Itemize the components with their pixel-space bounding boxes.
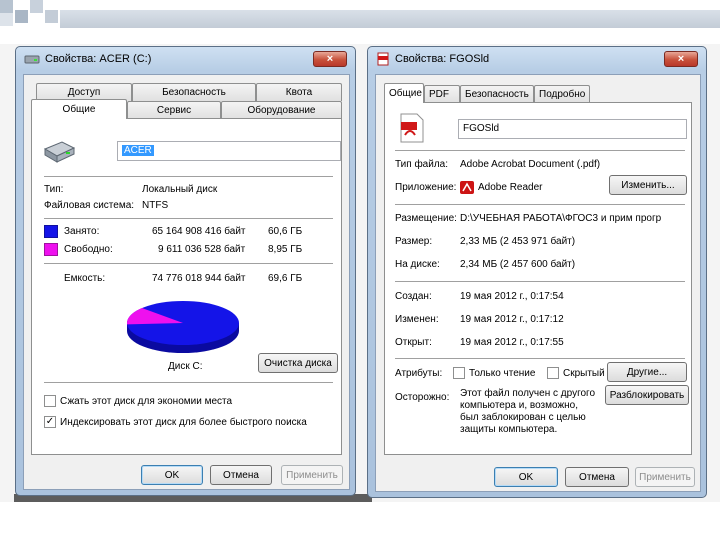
apply-button[interactable]: Применить bbox=[635, 467, 695, 487]
file-properties-window: Свойства: FGOSld × Общие PDF Безопасност… bbox=[367, 46, 707, 498]
readonly-checkbox[interactable] bbox=[453, 367, 465, 379]
cancel-button[interactable]: Отмена bbox=[565, 467, 629, 487]
divider bbox=[44, 263, 333, 264]
free-space-swatch bbox=[44, 243, 58, 256]
disk-properties-window: Свойства: ACER (C:) × Доступ Безопасност… bbox=[15, 46, 356, 496]
free-bytes: 9 611 036 528 байт bbox=[158, 244, 246, 255]
decorative-squares bbox=[0, 0, 60, 26]
change-button[interactable]: Изменить... bbox=[609, 175, 687, 195]
tab-tools[interactable]: Сервис bbox=[127, 101, 221, 119]
size-on-disk-value: 2,34 МБ (2 457 600 байт) bbox=[460, 259, 576, 270]
compress-checkbox[interactable] bbox=[44, 395, 56, 407]
tab-security[interactable]: Безопасность bbox=[460, 85, 534, 103]
size-label: Размер: bbox=[395, 236, 433, 247]
used-gb: 60,6 ГБ bbox=[268, 226, 303, 237]
window-title-bar[interactable]: Свойства: ACER (C:) bbox=[16, 47, 355, 71]
file-system-value: NTFS bbox=[142, 200, 169, 211]
divider bbox=[395, 204, 685, 205]
size-on-disk-label: На диске: bbox=[395, 259, 440, 270]
index-label: Индексировать этот диск для более быстро… bbox=[60, 417, 307, 428]
tab-pdf[interactable]: PDF bbox=[424, 85, 460, 103]
ok-button[interactable]: OK bbox=[141, 465, 203, 485]
pdf-file-icon bbox=[400, 113, 424, 143]
opened-value: 19 мая 2012 г., 0:17:55 bbox=[460, 337, 564, 348]
slide-header-band bbox=[60, 10, 720, 28]
tab-general[interactable]: Общие bbox=[31, 99, 127, 119]
tab-details[interactable]: Подробно bbox=[534, 85, 590, 103]
window-title-bar[interactable]: Свойства: FGOSld bbox=[368, 47, 706, 71]
unblock-button[interactable]: Разблокировать bbox=[605, 385, 689, 405]
type-label: Тип: bbox=[44, 184, 64, 195]
free-label: Свободно: bbox=[64, 244, 113, 255]
tab-general[interactable]: Общие bbox=[384, 83, 424, 103]
modified-value: 19 мая 2012 г., 0:17:12 bbox=[460, 314, 564, 325]
cancel-button[interactable]: Отмена bbox=[210, 465, 272, 485]
capacity-gb: 69,6 ГБ bbox=[268, 273, 303, 284]
used-label: Занято: bbox=[64, 226, 100, 237]
capacity-bytes: 74 776 018 944 байт bbox=[152, 273, 246, 284]
opened-label: Открыт: bbox=[395, 337, 432, 348]
tab-security[interactable]: Безопасность bbox=[132, 83, 256, 101]
location-label: Размещение: bbox=[395, 213, 457, 224]
file-name-input[interactable]: FGOSld bbox=[458, 119, 687, 139]
apply-button[interactable]: Применить bbox=[281, 465, 343, 485]
created-label: Создан: bbox=[395, 291, 432, 302]
hidden-label: Скрытый bbox=[563, 368, 605, 379]
drive-name-input[interactable]: ACER bbox=[117, 141, 341, 161]
hidden-checkbox[interactable] bbox=[547, 367, 559, 379]
caution-line-1: Этот файл получен с другого bbox=[460, 388, 596, 399]
tab-hardware[interactable]: Оборудование bbox=[221, 101, 342, 119]
drive-caption: Диск C: bbox=[168, 361, 203, 372]
dialog-client-area: Доступ Безопасность Квота Общие Сервис О… bbox=[23, 74, 350, 490]
caution-line-2: компьютера и, возможно, bbox=[460, 400, 579, 411]
caution-line-4: защиты компьютера. bbox=[460, 424, 558, 435]
caution-line-3: был заблокирован с целью bbox=[460, 412, 586, 423]
location-value: D:\УЧЕБНАЯ РАБОТА\ФГОС3 и прим прогр bbox=[460, 213, 662, 224]
modified-label: Изменен: bbox=[395, 314, 439, 325]
adobe-reader-icon bbox=[460, 181, 474, 194]
disk-cleanup-button[interactable]: Очистка диска bbox=[258, 353, 338, 373]
advanced-attributes-button[interactable]: Другие... bbox=[607, 362, 687, 382]
readonly-label: Только чтение bbox=[469, 368, 536, 379]
general-tab-panel: FGOSld Тип файла: Adobe Acrobat Document… bbox=[384, 102, 692, 455]
ok-button[interactable]: OK bbox=[494, 467, 558, 487]
application-label: Приложение: bbox=[395, 182, 457, 193]
divider bbox=[44, 382, 333, 383]
used-bytes: 65 164 908 416 байт bbox=[152, 226, 246, 237]
application-value: Adobe Reader bbox=[478, 182, 543, 193]
divider bbox=[395, 358, 685, 359]
close-button[interactable]: × bbox=[313, 51, 347, 67]
file-type-label: Тип файла: bbox=[395, 159, 448, 170]
file-type-value: Adobe Acrobat Document (.pdf) bbox=[460, 159, 601, 170]
divider bbox=[395, 150, 685, 151]
capacity-label: Емкость: bbox=[64, 273, 106, 284]
general-tab-panel: ACER Тип: Локальный диск Файловая систем… bbox=[31, 118, 342, 455]
compress-label: Сжать этот диск для экономии места bbox=[60, 396, 233, 407]
used-space-swatch bbox=[44, 225, 58, 238]
caution-label: Осторожно: bbox=[395, 392, 450, 403]
file-system-label: Файловая система: bbox=[44, 200, 135, 211]
drive-name-value: ACER bbox=[122, 145, 154, 156]
dialog-client-area: Общие PDF Безопасность Подробно FGOSld Т… bbox=[375, 74, 701, 492]
pie-top bbox=[127, 301, 239, 345]
divider bbox=[44, 218, 333, 219]
hard-drive-icon bbox=[43, 141, 76, 163]
type-value: Локальный диск bbox=[142, 184, 218, 195]
pdf-file-icon bbox=[377, 52, 389, 66]
size-value: 2,33 МБ (2 453 971 байт) bbox=[460, 236, 576, 247]
close-button[interactable]: × bbox=[664, 51, 698, 67]
divider bbox=[395, 281, 685, 282]
free-gb: 8,95 ГБ bbox=[268, 244, 303, 255]
attributes-label: Атрибуты: bbox=[395, 368, 443, 379]
disk-usage-pie bbox=[127, 301, 239, 353]
window-title: Свойства: FGOSld bbox=[395, 53, 490, 65]
hard-drive-icon bbox=[24, 55, 40, 64]
index-checkbox[interactable]: ✓ bbox=[44, 416, 56, 428]
created-value: 19 мая 2012 г., 0:17:54 bbox=[460, 291, 564, 302]
tab-quota[interactable]: Квота bbox=[256, 83, 342, 101]
window-title: Свойства: ACER (C:) bbox=[45, 53, 152, 65]
divider bbox=[44, 176, 333, 177]
